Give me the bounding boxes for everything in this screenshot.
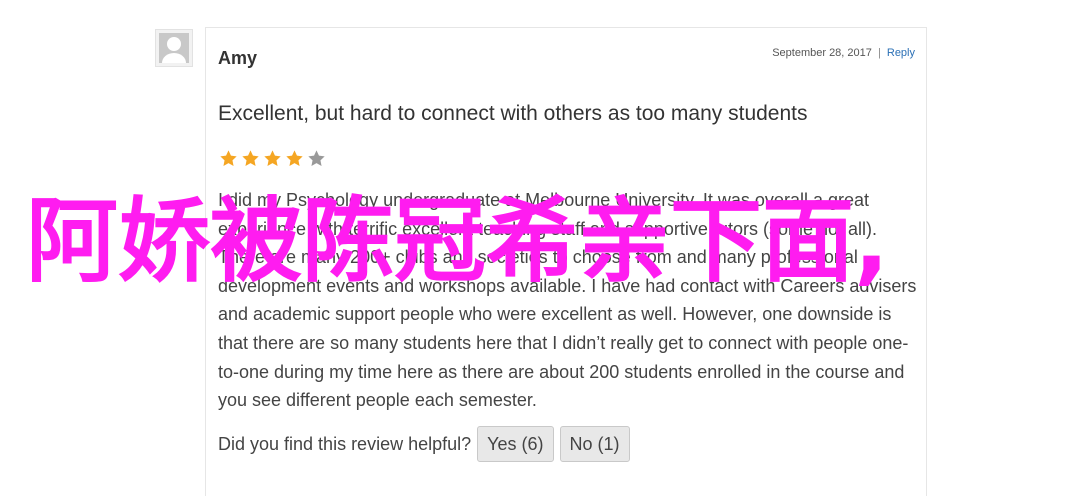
review-author: Amy xyxy=(218,48,258,68)
star-filled-icon xyxy=(242,150,259,166)
vote-yes-button[interactable]: Yes (6) xyxy=(477,426,554,462)
helpful-prompt: Did you find this review helpful? xyxy=(218,433,472,454)
star-empty-icon xyxy=(308,150,325,166)
review-page: Amy September 28, 2017 | Reply Excellent… xyxy=(0,0,1080,496)
review-meta: September 28, 2017 | Reply xyxy=(772,47,915,59)
review-body: I did my Psychology undergraduate at Mel… xyxy=(218,190,917,411)
review-date: September 28, 2017 xyxy=(772,47,872,59)
user-icon xyxy=(159,33,189,63)
reply-link[interactable]: Reply xyxy=(887,47,915,59)
star-filled-icon xyxy=(286,150,303,166)
meta-separator: | xyxy=(877,47,881,59)
review-card: Amy September 28, 2017 | Reply Excellent… xyxy=(205,27,927,496)
star-filled-icon xyxy=(264,150,281,166)
helpful-vote: Did you find this review helpful? Yes (6… xyxy=(218,426,630,462)
star-filled-icon xyxy=(220,150,237,166)
avatar xyxy=(155,29,193,67)
star-rating xyxy=(219,149,326,168)
review-title: Excellent, but hard to connect with othe… xyxy=(218,102,808,125)
vote-no-button[interactable]: No (1) xyxy=(559,426,630,462)
